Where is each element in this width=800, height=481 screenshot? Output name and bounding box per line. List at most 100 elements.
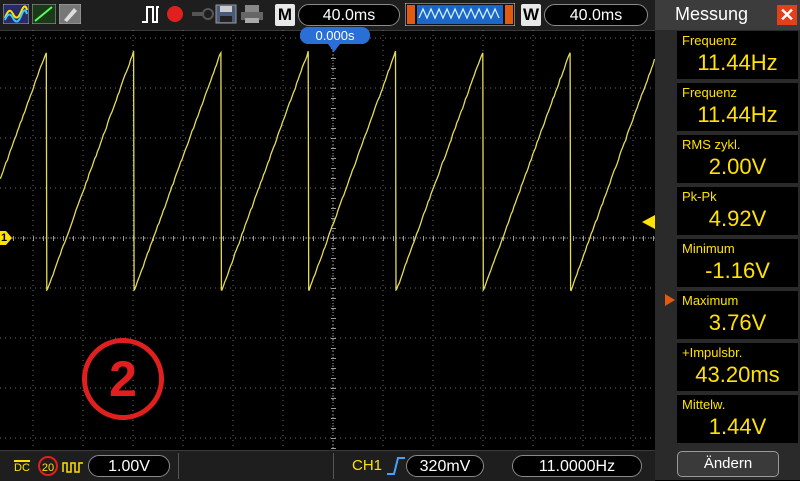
measurement-label: RMS zykl. [682,137,741,152]
change-button[interactable]: Ändern [677,451,779,477]
axis-tick [331,338,336,339]
key-icon [192,8,214,20]
axis-tick [331,198,336,199]
axis-tick [233,236,234,241]
axis-tick [223,236,224,241]
close-icon: ✕ [779,5,795,25]
axis-tick [403,236,404,241]
axis-tick [331,258,336,259]
measurement-value: -1.16V [705,258,770,283]
ch1-volts-per-div[interactable]: 1.00V [88,455,170,477]
record-dot-icon[interactable] [165,4,185,24]
axis-tick [331,318,336,319]
axis-tick [613,236,614,241]
ch1-marker-label: 1 [1,232,8,244]
axis-tick [363,236,364,241]
axis-tick [331,298,336,299]
axis-tick [433,236,434,241]
frequency-counter-display: 11.0000Hz [512,455,642,477]
axis-tick [603,236,604,241]
axis-tick [203,236,204,241]
axis-tick [183,236,184,241]
axis-tick [453,236,454,241]
trigger-level-arrow-icon[interactable] [642,215,655,229]
step-number-badge: 2 [82,338,164,420]
bottom-divider [333,453,334,479]
buffer-waveform-icon[interactable] [405,3,515,26]
measurement-item[interactable]: RMS zykl. 2.00V [677,135,798,183]
panel-header: Messung ✕ [655,0,800,30]
measurement-value: 2.00V [708,154,767,179]
probe-icon[interactable] [59,4,81,24]
ac-coupling-icon [62,462,83,473]
measurement-label: Frequenz [682,33,737,48]
axis-tick [331,378,336,379]
measurement-value: 11.44Hz [697,50,778,75]
axis-tick [331,398,336,399]
axis-tick [331,88,336,89]
measurement-item[interactable]: Frequenz 11.44Hz [677,31,798,79]
timebase-display[interactable]: 40.0ms [298,4,400,26]
axis-tick [331,438,336,439]
bottom-divider [178,453,179,479]
axis-tick [193,236,194,241]
measurement-item[interactable]: Mittelw. 1.44V [677,395,798,443]
axis-tick [331,158,336,159]
save-icon[interactable] [215,4,237,24]
axis-tick [343,236,344,241]
measurement-item[interactable]: Frequenz 11.44Hz [677,83,798,131]
axis-tick [331,278,336,279]
axis-tick [243,236,244,241]
axis-tick [331,58,336,59]
axis-tick [331,368,336,369]
step-number-text: 2 [109,351,137,407]
bottom-status-bar: DC 20 1.00V CH1 320mV 11.0000Hz [0,450,655,481]
measurement-item[interactable]: +Impulsbr. 43.20ms [677,343,798,391]
ramp-icon[interactable] [32,4,56,24]
axis-tick [513,236,514,241]
axis-tick [143,236,144,241]
axis-tick [643,236,644,241]
measurement-item[interactable]: Pk-Pk 4.92V [677,187,798,235]
measurement-item[interactable]: Minimum -1.16V [677,239,798,287]
ch1-ground-marker[interactable]: 1 [0,231,12,245]
axis-tick [583,236,584,241]
axis-tick [331,168,336,169]
axis-tick [63,236,64,241]
measurement-value: 11.44Hz [697,102,778,127]
close-button[interactable]: ✕ [777,5,797,25]
axis-tick [253,236,254,241]
axis-tick [173,236,174,241]
print-icon[interactable] [240,4,264,24]
trigger-mode-icon[interactable] [141,4,165,24]
axis-tick [633,236,634,241]
window-timebase-label: W [521,4,541,26]
trigger-offset-value: 0.000s [315,28,355,43]
coupling-dc-label[interactable]: DC [14,460,30,475]
trigger-level-display[interactable]: 320mV [406,455,484,477]
measurement-item[interactable]: Maximum 3.76V [677,291,798,339]
bandwidth-limit-icon[interactable]: 20 [38,456,58,476]
bandwidth-limit-value: 20 [41,462,55,474]
axis-tick [331,248,336,249]
measurement-label: Pk-Pk [682,189,717,204]
axis-tick [331,148,336,149]
axis-tick [331,288,336,289]
rising-edge-icon[interactable] [386,456,406,476]
axis-tick [83,236,84,241]
axis-tick [263,236,264,241]
window-timebase-display[interactable]: 40.0ms [544,4,648,26]
axis-tick [331,178,336,179]
trigger-offset-marker[interactable]: 0.000s [300,27,370,44]
axis-tick [331,98,336,99]
waveform-view-icon[interactable] [3,4,29,24]
measurement-label: Minimum [682,241,735,256]
axis-tick [331,138,336,139]
trigger-source-label[interactable]: CH1 [352,457,382,474]
axis-tick [331,358,336,359]
axis-tick [593,236,594,241]
axis-tick [331,238,336,239]
axis-tick [53,236,54,241]
axis-tick [653,236,654,241]
selected-item-arrow-icon [665,294,675,306]
